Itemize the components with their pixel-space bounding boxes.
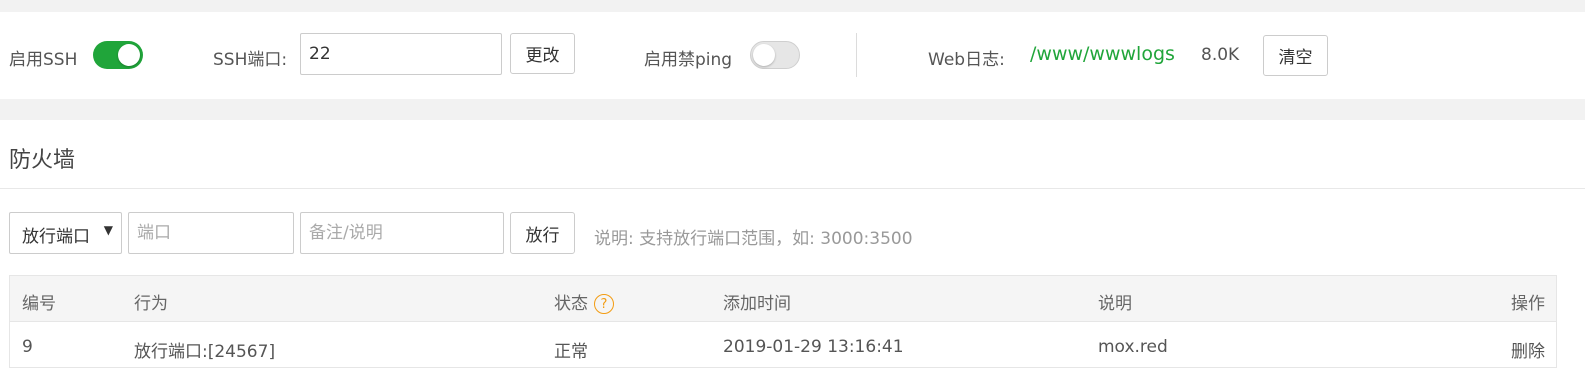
table-header: 编号 行为 状态? 添加时间 说明 操作 [10, 276, 1556, 322]
header-op: 操作 [1511, 294, 1545, 314]
rule-type-value: 放行端口 [22, 227, 90, 247]
ping-toggle[interactable] [750, 41, 800, 69]
change-port-button[interactable]: 更改 [510, 33, 575, 74]
firewall-hint: 说明: 支持放行端口范围，如: 3000:3500 [594, 229, 913, 249]
header-time: 添加时间 [723, 294, 791, 314]
port-input[interactable] [128, 212, 294, 254]
note-input[interactable] [300, 212, 504, 254]
firewall-title: 防火墙 [9, 148, 76, 173]
header-status-label: 状态 [554, 294, 588, 314]
caret-down-icon: ▼ [103, 223, 113, 237]
delete-link[interactable]: 删除 [1511, 337, 1545, 362]
ssh-enable-label: 启用SSH [9, 50, 78, 70]
header-id: 编号 [22, 294, 56, 314]
ssh-port-input[interactable] [300, 33, 502, 75]
title-divider [0, 188, 1585, 189]
firewall-panel: 防火墙 放行端口 ▼ 放行 说明: 支持放行端口范围，如: 3000:3500 … [0, 120, 1585, 374]
weblog-label: Web日志: [928, 50, 1005, 70]
settings-bar: 启用SSH SSH端口: 更改 启用禁ping Web日志: /www/wwwl… [0, 12, 1585, 99]
ping-toggle-knob [753, 44, 775, 66]
allow-button[interactable]: 放行 [510, 212, 575, 254]
weblog-path-link[interactable]: /www/wwwlogs [1030, 43, 1175, 65]
rule-type-select[interactable]: 放行端口 ▼ [9, 212, 122, 254]
row-desc: mox.red [1098, 337, 1168, 357]
divider [856, 33, 857, 77]
row-id: 9 [22, 337, 33, 357]
ssh-port-label: SSH端口: [213, 50, 288, 70]
ssh-toggle-knob [118, 44, 140, 66]
row-action: 放行端口:[24567] [134, 342, 276, 362]
header-desc: 说明 [1098, 294, 1132, 314]
header-status: 状态? [554, 289, 614, 314]
firewall-table: 编号 行为 状态? 添加时间 说明 操作 9 放行端口:[24567] 正常 2… [9, 275, 1557, 368]
row-status: 正常 [554, 342, 588, 362]
ping-label: 启用禁ping [644, 50, 733, 70]
weblog-size: 8.0K [1201, 45, 1240, 65]
clear-log-button[interactable]: 清空 [1263, 35, 1328, 76]
row-time: 2019-01-29 13:16:41 [723, 337, 904, 357]
help-icon[interactable]: ? [594, 294, 614, 314]
header-action: 行为 [134, 294, 168, 314]
ssh-toggle[interactable] [93, 41, 143, 69]
